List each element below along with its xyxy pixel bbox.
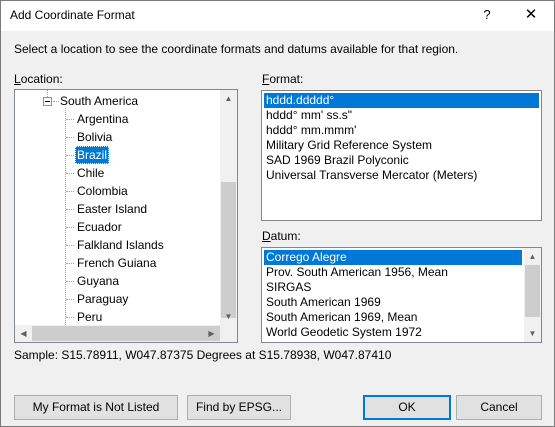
- datum-item-corrego-alegre[interactable]: Corrego Alegre: [264, 250, 522, 265]
- dialog-window: Add Coordinate Format ? ✕ Select a locat…: [0, 0, 555, 427]
- scroll-up-icon[interactable]: ▲: [220, 90, 237, 107]
- tree-guide-line: [66, 299, 74, 300]
- close-button[interactable]: ✕: [509, 1, 553, 31]
- tree-item-peru[interactable]: Peru: [75, 308, 104, 326]
- scroll-left-icon[interactable]: ◀: [15, 325, 32, 342]
- tree-guide-line: [66, 317, 74, 318]
- tree-guide-line: [66, 137, 74, 138]
- datum-label: Datum:: [262, 229, 301, 243]
- ok-button[interactable]: OK: [363, 395, 451, 420]
- tree-item-easter-island[interactable]: Easter Island: [75, 200, 149, 218]
- datum-item-south-american-1969[interactable]: South American 1969: [264, 295, 383, 310]
- tree-item-south-america[interactable]: South America: [58, 92, 140, 110]
- intro-text: Select a location to see the coordinate …: [14, 42, 459, 56]
- find-by-epsg-button[interactable]: Find by EPSG...: [187, 395, 291, 420]
- scroll-corner: [220, 325, 237, 342]
- datum-item-sirgas[interactable]: SIRGAS: [264, 280, 313, 295]
- cancel-button[interactable]: Cancel: [456, 395, 542, 420]
- tree-item-paraguay[interactable]: Paraguay: [75, 290, 130, 308]
- tree-guide-line: [66, 209, 74, 210]
- scroll-down-icon[interactable]: ▼: [220, 308, 237, 325]
- tree-item-falkland-islands[interactable]: Falkland Islands: [75, 236, 166, 254]
- format-item-universal-transverse-mercator-meters[interactable]: Universal Transverse Mercator (Meters): [264, 168, 479, 183]
- tree-vertical-scroll-thumb[interactable]: [221, 182, 236, 318]
- tree-item-argentina[interactable]: Argentina: [75, 110, 130, 128]
- tree-item-chile[interactable]: Chile: [75, 164, 106, 182]
- format-list[interactable]: hddd.ddddd° hddd° mm' ss.s" hddd° mm.mmm' M…: [261, 90, 542, 221]
- tree-guide-line: [66, 245, 74, 246]
- tree-guide-line: [66, 173, 74, 174]
- format-item-hddd-mm-ss-s[interactable]: hddd° mm' ss.s": [264, 108, 354, 123]
- my-format-not-listed-button[interactable]: My Format is Not Listed: [14, 395, 178, 420]
- datum-list[interactable]: Corrego Alegre Prov. South American 1956,…: [261, 247, 542, 343]
- tree-horizontal-scroll-thumb[interactable]: [32, 326, 220, 341]
- tree-guide-line: [65, 108, 66, 327]
- tree-item-french-guiana[interactable]: French Guiana: [75, 254, 158, 272]
- datum-vertical-scrollbar[interactable]: ▲ ▼: [524, 248, 541, 342]
- close-icon: ✕: [524, 6, 538, 23]
- title-bar: Add Coordinate Format ? ✕: [1, 1, 554, 31]
- tree-guide-line: [66, 191, 74, 192]
- scroll-up-icon[interactable]: ▲: [524, 248, 541, 265]
- tree-item-colombia[interactable]: Colombia: [75, 182, 130, 200]
- format-item-sad-1969-brazil-polyconic[interactable]: SAD 1969 Brazil Polyconic: [264, 153, 411, 168]
- location-tree[interactable]: South America Argentina Bolivia Brazil Chil…: [14, 89, 238, 343]
- datum-vertical-scroll-thumb[interactable]: [525, 265, 540, 317]
- tree-vertical-scrollbar[interactable]: ▲ ▼: [220, 90, 237, 325]
- tree-guide-line: [47, 90, 48, 97]
- scroll-down-icon[interactable]: ▼: [524, 325, 541, 342]
- tree-item-ecuador[interactable]: Ecuador: [75, 218, 124, 236]
- help-button[interactable]: ?: [465, 1, 509, 31]
- tree-item-guyana[interactable]: Guyana: [75, 272, 121, 290]
- tree-guide-line: [66, 281, 74, 282]
- format-label: Format:: [262, 72, 304, 86]
- help-icon: ?: [483, 7, 491, 22]
- datum-item-prov-south-american-1956-mean[interactable]: Prov. South American 1956, Mean: [264, 265, 450, 280]
- tree-guide-line: [66, 155, 74, 156]
- scroll-right-icon[interactable]: ▶: [203, 325, 220, 342]
- collapse-toggle[interactable]: [43, 97, 52, 106]
- tree-guide-line: [66, 263, 74, 264]
- tree-horizontal-scrollbar[interactable]: ◀ ▶: [15, 325, 237, 342]
- location-label: Location:: [14, 72, 63, 86]
- datum-item-world-geodetic-system-1972[interactable]: World Geodetic System 1972: [264, 325, 424, 340]
- tree-guide-line: [66, 227, 74, 228]
- format-item-hddd-ddddd[interactable]: hddd.ddddd°: [264, 93, 539, 108]
- format-item-hddd-mm-mmm[interactable]: hddd° mm.mmm': [264, 123, 358, 138]
- sample-text: Sample: S15.78911, W047.87375 Degrees at…: [14, 348, 392, 362]
- tree-guide-line: [66, 119, 74, 120]
- datum-item-south-american-1969-mean[interactable]: South American 1969, Mean: [264, 310, 419, 325]
- dialog-title: Add Coordinate Format: [10, 8, 135, 22]
- format-item-military-grid-reference-system[interactable]: Military Grid Reference System: [264, 138, 434, 153]
- tree-item-brazil[interactable]: Brazil: [75, 146, 110, 164]
- tree-item-bolivia[interactable]: Bolivia: [75, 128, 114, 146]
